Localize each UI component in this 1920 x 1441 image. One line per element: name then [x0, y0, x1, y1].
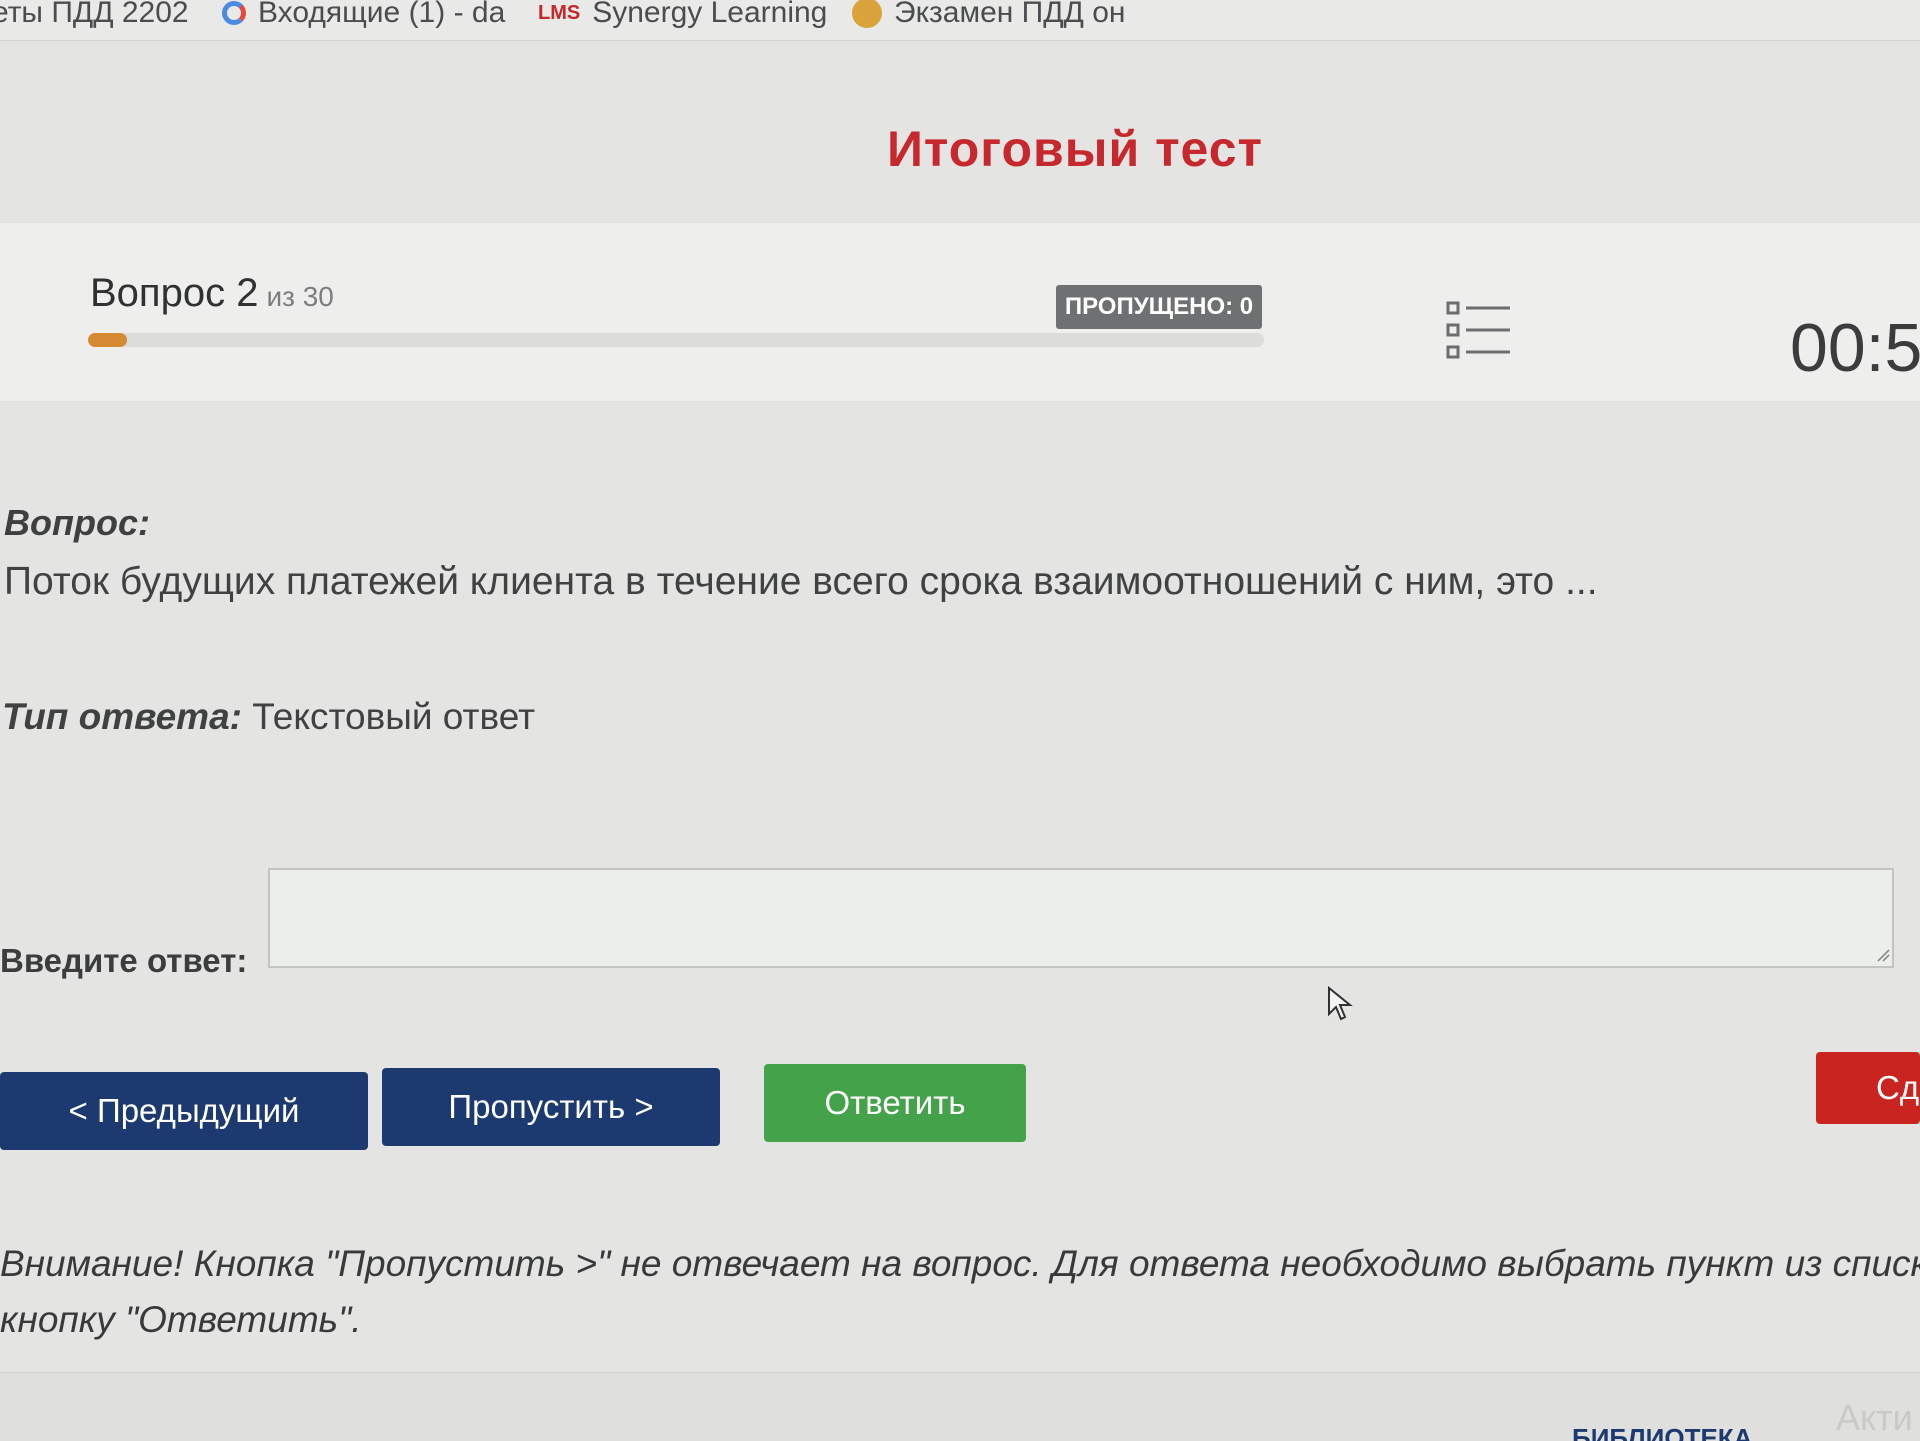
bookmark-item-exam[interactable]: Экзамен ПДД он [852, 0, 1125, 30]
google-icon [222, 1, 246, 25]
bookmark-label: Входящие (1) - da [258, 0, 506, 29]
warning-note: Внимание! Кнопка "Пропустить >" не отвеч… [0, 1236, 1920, 1348]
timer: 00:5 [1790, 310, 1920, 386]
question-total: из 30 [266, 281, 334, 312]
answer-type-label: Тип ответа: [2, 696, 242, 737]
skip-button[interactable]: Пропустить > [382, 1068, 720, 1146]
warning-line-1: Внимание! Кнопка "Пропустить >" не отвеч… [0, 1243, 1920, 1284]
bookmark-item-inbox[interactable]: Входящие (1) - da [222, 0, 505, 30]
resize-grip-icon[interactable] [1876, 948, 1890, 962]
question-counter: Вопрос 2 из 30 [90, 271, 334, 316]
question-label: Вопрос: [4, 502, 150, 543]
lms-icon: LMS [538, 1, 581, 24]
answer-label: Введите ответ: [0, 942, 248, 979]
previous-button[interactable]: < Предыдущий [0, 1072, 368, 1150]
progress-fill [88, 333, 128, 347]
question-list-icon[interactable] [1446, 299, 1512, 361]
mouse-cursor-icon [1328, 986, 1353, 1021]
answer-input[interactable] [268, 868, 1894, 968]
submit-button[interactable]: Сда [1816, 1052, 1920, 1124]
question-text: Поток будущих платежей клиента в течение… [4, 560, 1598, 603]
bookmark-label: Экзамен ПДД он [894, 0, 1126, 29]
footer-faint-text: Акти [1836, 1397, 1913, 1438]
answer-type: Тип ответа: Текстовый ответ [2, 696, 535, 738]
skipped-badge: ПРОПУЩЕНО: 0 [1056, 285, 1262, 329]
question-header: Вопрос 2 из 30 ПРОПУЩЕНО: 0 00:5 [0, 222, 1920, 402]
footer-library-link[interactable]: БИБЛИОТЕКА [1572, 1423, 1752, 1441]
bookmark-label: Synergy Learning [592, 0, 828, 29]
bookmark-label: еты ПДД 2202 [0, 0, 189, 29]
progress-bar [88, 333, 1264, 347]
warning-line-2: кнопку "Ответить". [0, 1299, 362, 1340]
exam-icon [852, 0, 882, 28]
answer-button[interactable]: Ответить [764, 1064, 1026, 1142]
footer-strip: БИБЛИОТЕКА Акти [0, 1372, 1920, 1441]
bookmark-item-synergy[interactable]: LMS Synergy Learning [538, 0, 827, 30]
bookmark-item-pdd[interactable]: еты ПДД 2202 [0, 0, 189, 30]
question-number: Вопрос 2 [90, 271, 259, 315]
answer-type-value: Текстовый ответ [252, 696, 536, 737]
page-title: Итоговый тест [886, 121, 1263, 177]
bookmarks-bar: еты ПДД 2202 Входящие (1) - da LMS Syner… [0, 0, 1920, 41]
